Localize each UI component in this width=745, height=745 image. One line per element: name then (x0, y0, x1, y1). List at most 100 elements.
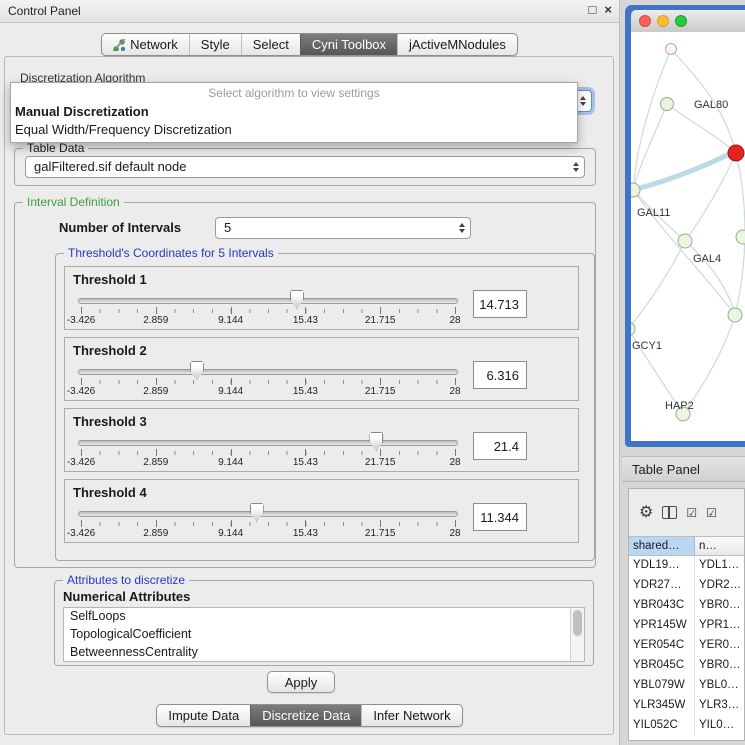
algorithm-dropdown-popup: Select algorithm to view settings Manual… (10, 82, 578, 143)
slider-handle[interactable] (250, 503, 264, 522)
slider-track[interactable] (78, 369, 458, 375)
dropdown-option-list: Manual DiscretizationEqual Width/Frequen… (11, 103, 577, 139)
table-row[interactable]: YLR345WYLR3… (629, 696, 744, 716)
tab-style[interactable]: Style (189, 34, 241, 55)
table-row[interactable]: YPR145WYPR1… (629, 616, 744, 636)
apply-button[interactable]: Apply (267, 671, 335, 693)
tick-label: 9.144 (218, 528, 243, 539)
threshold-value-field[interactable]: 11.344 (473, 503, 527, 531)
tick-label: -3.426 (67, 528, 95, 539)
number-of-intervals-select[interactable]: 5 (215, 217, 471, 239)
combo-stepper-icon (573, 162, 579, 172)
slider-ticks (81, 522, 455, 526)
close-window-icon[interactable]: × (604, 2, 612, 17)
slider-track[interactable] (78, 298, 458, 304)
table-data-group-title: Table Data (23, 141, 88, 155)
tick-major-mark (305, 449, 306, 456)
select-rows-icon[interactable]: ☑ (686, 506, 697, 520)
tab-jactivemnodules[interactable]: jActiveMNodules (397, 34, 517, 55)
tick-major-mark (455, 307, 456, 314)
attribute-list-item[interactable]: TopologicalCoefficient (64, 626, 584, 644)
tick-label: 21.715 (365, 315, 396, 326)
slider-track[interactable] (78, 511, 458, 517)
tick-major-mark (156, 449, 157, 456)
slider-handle[interactable] (290, 290, 304, 309)
tab-select[interactable]: Select (241, 34, 300, 55)
attributes-group: Attributes to discretize Numerical Attri… (54, 580, 594, 666)
tick-label: 9.144 (218, 315, 243, 326)
threshold-body: -3.4262.8599.14415.4321.71528 21.4 (71, 431, 574, 469)
number-of-intervals-value: 5 (224, 218, 231, 238)
tab-label: Discretize Data (262, 708, 350, 723)
table-cell-shared-name: YPR145W (629, 616, 695, 636)
slider-track[interactable] (78, 440, 458, 446)
tick-major-mark (455, 378, 456, 385)
tick-label: -3.426 (67, 315, 95, 326)
attributes-scrollbar[interactable] (570, 608, 584, 661)
tab-infer-network[interactable]: Infer Network (361, 705, 461, 726)
column-header-name[interactable]: n… (695, 537, 744, 555)
threshold-slider[interactable]: -3.4262.8599.14415.4321.71528 (73, 431, 463, 469)
table-row[interactable]: YER054CYER0… (629, 636, 744, 656)
threshold-label: Threshold 1 (73, 272, 147, 287)
tab-impute-data[interactable]: Impute Data (157, 705, 250, 726)
threshold-value-field[interactable]: 6.316 (473, 361, 527, 389)
slider-tick-labels: -3.4262.8599.14415.4321.71528 (81, 528, 455, 540)
tick-label: -3.426 (67, 457, 95, 468)
table-row[interactable]: YIL052CYIL0… (629, 716, 744, 736)
dropdown-option[interactable]: Manual Discretization (11, 103, 577, 121)
threshold-slider[interactable]: -3.4262.8599.14415.4321.71528 (73, 360, 463, 398)
network-window-titlebar[interactable] (631, 10, 745, 33)
tab-label: Cyni Toolbox (312, 37, 386, 52)
table-row[interactable]: YBL079WYBL0… (629, 676, 744, 696)
combo-stepper-icon (580, 96, 586, 106)
float-window-icon[interactable]: □ (589, 2, 597, 17)
threshold-slider[interactable]: -3.4262.8599.14415.4321.71528 (73, 502, 463, 540)
threshold-slider[interactable]: -3.4262.8599.14415.4321.71528 (73, 289, 463, 327)
table-cell-shared-name: YER054C (629, 636, 695, 656)
minimize-traffic-light-icon[interactable] (657, 15, 669, 27)
zoom-traffic-light-icon[interactable] (675, 15, 687, 27)
table-row[interactable]: YDL19…YDL1… (629, 556, 744, 576)
threshold-value-field[interactable]: 14.713 (473, 290, 527, 318)
network-view-window[interactable]: GAL80 GAL11 GAL4 GCY1 HAP2 (625, 5, 745, 447)
threshold-label: Threshold 4 (73, 485, 147, 500)
table-cell-shared-name: YIL052C (629, 716, 695, 736)
tab-discretize-data[interactable]: Discretize Data (250, 705, 361, 726)
table-data-select[interactable]: galFiltered.sif default node (25, 156, 585, 178)
dropdown-option[interactable]: Equal Width/Frequency Discretization (11, 121, 577, 139)
network-node (728, 308, 742, 322)
attribute-list-item[interactable]: SelfLoops (64, 608, 584, 626)
tick-major-mark (305, 520, 306, 527)
columns-icon[interactable] (662, 506, 677, 519)
slider-ticks (81, 451, 455, 455)
top-tab-row: NetworkStyleSelect Cyni Toolbox jActiveMNo… (0, 33, 619, 56)
highlighted-edge[interactable] (633, 150, 737, 190)
tick-label: 21.715 (365, 528, 396, 539)
scrollbar-thumb[interactable] (573, 610, 582, 636)
table-data-group: Table Data galFiltered.sif default node (14, 148, 596, 186)
table-row[interactable]: YDR27…YDR2… (629, 576, 744, 596)
tab-network[interactable]: Network (102, 34, 189, 55)
top-tab-bar: NetworkStyleSelect Cyni Toolbox jActiveMNo… (101, 33, 518, 56)
tick-label: 28 (449, 457, 460, 468)
network-graph[interactable]: GAL80 GAL11 GAL4 GCY1 HAP2 (631, 32, 745, 441)
tab-cyni-toolbox[interactable]: Cyni Toolbox (300, 34, 397, 55)
slider-handle[interactable] (369, 432, 383, 451)
network-icon (113, 39, 125, 51)
attribute-list-item[interactable]: BetweennessCentrality (64, 644, 584, 662)
table-panel-title: Table Panel (632, 462, 700, 477)
select-columns-icon[interactable]: ☑ (706, 506, 717, 520)
column-header-shared-name[interactable]: shared… (629, 537, 695, 555)
network-canvas[interactable]: GAL80 GAL11 GAL4 GCY1 HAP2 (631, 32, 745, 441)
tick-label: 9.144 (218, 457, 243, 468)
table-cell-shared-name: YLR345W (629, 696, 695, 716)
node-label: GAL80 (694, 99, 728, 111)
close-traffic-light-icon[interactable] (639, 15, 651, 27)
slider-handle[interactable] (190, 361, 204, 380)
threshold-value-field[interactable]: 21.4 (473, 432, 527, 460)
table-row[interactable]: YBR043CYBR0… (629, 596, 744, 616)
gear-icon[interactable]: ⚙ (639, 505, 653, 521)
table-row[interactable]: YBR045CYBR0… (629, 656, 744, 676)
slider-tick-labels: -3.4262.8599.14415.4321.71528 (81, 386, 455, 398)
